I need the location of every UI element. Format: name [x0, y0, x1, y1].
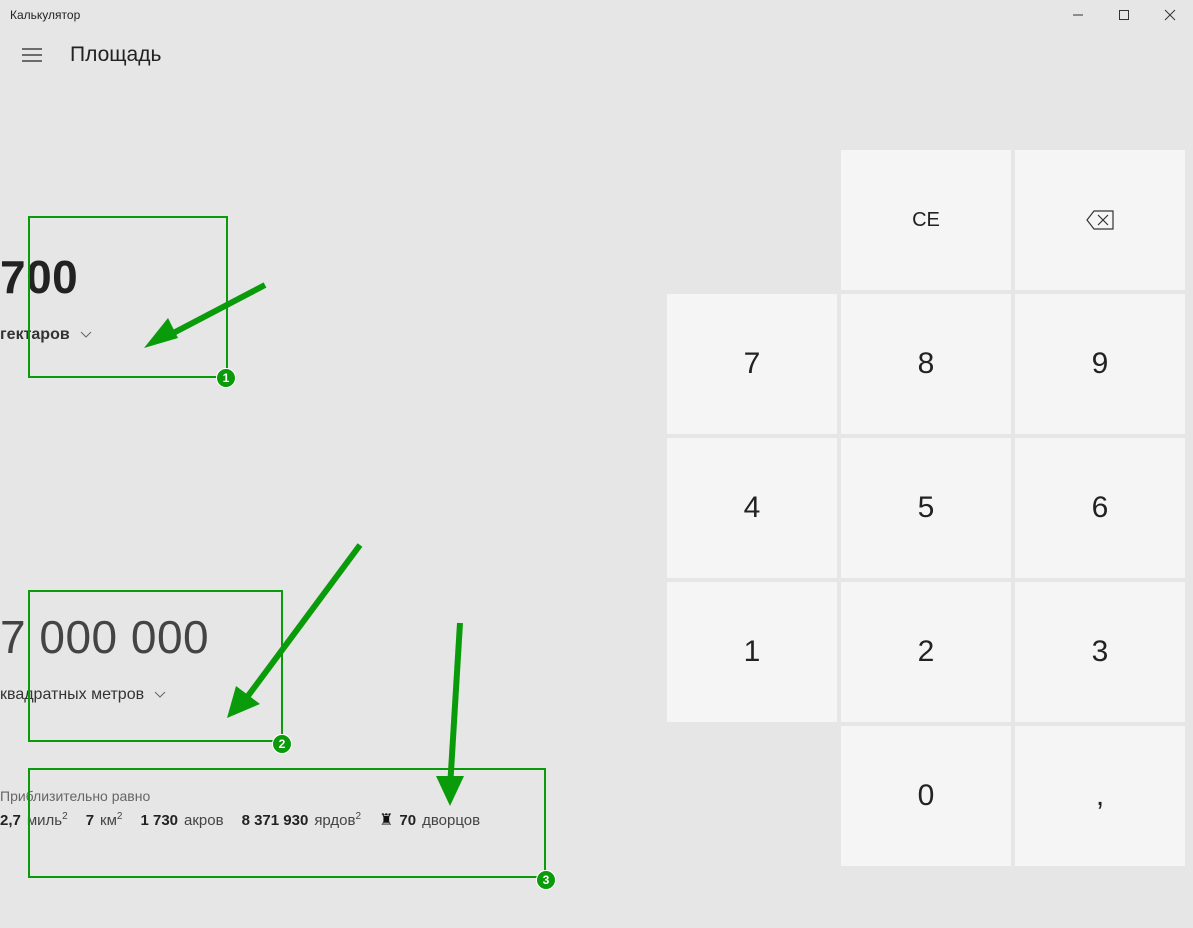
numpad-3[interactable]: 3 [1015, 582, 1185, 722]
output-value[interactable]: 7 000 000 [0, 610, 209, 664]
window-title: Калькулятор [10, 8, 80, 22]
output-unit-dropdown[interactable]: квадратных метров [0, 686, 166, 704]
approx-item: 2,7 миль2 [0, 811, 68, 829]
chevron-down-icon [154, 688, 166, 702]
window-maximize-button[interactable] [1101, 0, 1147, 30]
numpad-0[interactable]: 0 [841, 726, 1011, 866]
keypad-empty [667, 150, 837, 290]
numpad-decimal[interactable]: , [1015, 726, 1185, 866]
numpad-9[interactable]: 9 [1015, 294, 1185, 434]
keypad-empty [667, 726, 837, 866]
hamburger-menu-button[interactable] [12, 35, 52, 75]
numpad-8[interactable]: 8 [841, 294, 1011, 434]
numpad-6[interactable]: 6 [1015, 438, 1185, 578]
approx-items: 2,7 миль2 7 км2 1 730 акров 8 371 930 яр… [0, 810, 480, 830]
numpad-1[interactable]: 1 [667, 582, 837, 722]
output-unit-label: квадратных метров [0, 686, 144, 704]
approx-label: Приблизительно равно [0, 788, 480, 804]
approx-item: 7 км2 [86, 811, 123, 829]
numpad-4[interactable]: 4 [667, 438, 837, 578]
approx-item: ♜ 70 дворцов [379, 810, 480, 830]
backspace-button[interactable] [1015, 150, 1185, 290]
clear-entry-button[interactable]: CE [841, 150, 1011, 290]
input-unit-dropdown[interactable]: гектаров [0, 326, 92, 344]
window-close-button[interactable] [1147, 0, 1193, 30]
page-title: Площадь [70, 43, 161, 67]
input-value[interactable]: 700 [0, 250, 92, 304]
chevron-down-icon [80, 328, 92, 342]
numpad-5[interactable]: 5 [841, 438, 1011, 578]
approx-item: 8 371 930 ярдов2 [242, 811, 361, 829]
input-unit-label: гектаров [0, 326, 70, 344]
window-minimize-button[interactable] [1055, 0, 1101, 30]
backspace-icon [1086, 210, 1114, 230]
numpad-2[interactable]: 2 [841, 582, 1011, 722]
numpad-7[interactable]: 7 [667, 294, 837, 434]
castle-icon: ♜ [379, 810, 393, 830]
approx-item: 1 730 акров [140, 812, 223, 829]
